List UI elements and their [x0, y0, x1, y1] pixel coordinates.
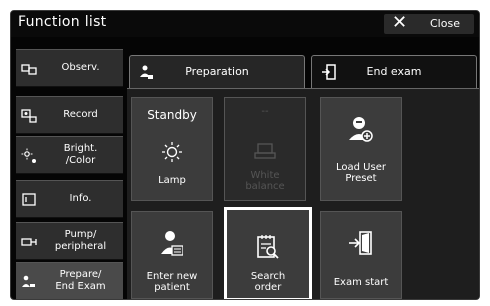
sidebar-item-prepare-end-exam[interactable]: Prepare/ End Exam [16, 262, 123, 299]
close-icon: ✕ [392, 12, 408, 33]
brightness-icon [21, 148, 36, 163]
sidebar-item-label: Observ. [61, 62, 100, 73]
sidebar-item-label: Prepare/ End Exam [55, 269, 106, 292]
new-patient-icon [161, 231, 183, 256]
lamp-button[interactable]: Standby Lamp [131, 97, 213, 201]
tab-preparation[interactable]: Preparation [129, 55, 305, 89]
load-user-preset-label: Load User Preset [336, 162, 386, 184]
enter-new-patient-label: Enter new patient [146, 271, 198, 293]
sidebar-item-label: Record [63, 109, 98, 120]
record-icon [21, 109, 37, 123]
white-balance-icon [254, 143, 276, 159]
search-order-button[interactable]: Search order [224, 207, 312, 299]
tab-label: End exam [366, 65, 422, 78]
info-icon [22, 193, 36, 206]
user-preset-icon [349, 117, 373, 142]
lamp-icon [162, 142, 182, 162]
close-label: Close [430, 17, 460, 30]
exam-start-button[interactable]: Exam start [320, 211, 402, 299]
sidebar-item-pump-peripheral[interactable]: Pump/ peripheral [16, 222, 123, 260]
search-order-label: Search order [250, 271, 286, 293]
standby-label: Standby [147, 108, 197, 122]
observ-icon [21, 64, 37, 75]
search-order-icon [257, 235, 279, 259]
lamp-label: Lamp [158, 175, 186, 186]
sidebar-item-bright-color[interactable]: Bright. /Color [16, 136, 123, 174]
sidebar-item-label: Bright. /Color [63, 143, 98, 166]
prepare-icon [22, 275, 35, 287]
pump-icon [21, 238, 37, 246]
white-balance-status: -- [261, 106, 269, 117]
white-balance-button: -- White balance [224, 97, 306, 201]
tab-label: Preparation [185, 65, 249, 78]
white-balance-label: White balance [245, 170, 285, 192]
sidebar-item-observ[interactable]: Observ. [16, 49, 123, 87]
exam-start-icon [349, 231, 372, 255]
tab-end-exam[interactable]: End exam [311, 55, 477, 89]
function-list-panel: Function list ✕ Close Observ. Record Bri… [10, 10, 480, 300]
close-button[interactable]: ✕ Close [384, 12, 474, 34]
sidebar-item-info[interactable]: Info. [16, 180, 123, 218]
panel-title: Function list [18, 14, 107, 30]
enter-new-patient-button[interactable]: Enter new patient [131, 211, 213, 299]
sidebar-item-label: Pump/ peripheral [54, 229, 107, 252]
sidebar-item-record[interactable]: Record [16, 96, 123, 134]
sidebar-item-label: Info. [69, 193, 92, 204]
title-bar: Function list ✕ Close [11, 11, 479, 37]
load-user-preset-button[interactable]: Load User Preset [320, 97, 402, 201]
exam-start-label: Exam start [333, 277, 389, 288]
preparation-content: Standby Lamp -- White balance Load User … [127, 88, 479, 299]
